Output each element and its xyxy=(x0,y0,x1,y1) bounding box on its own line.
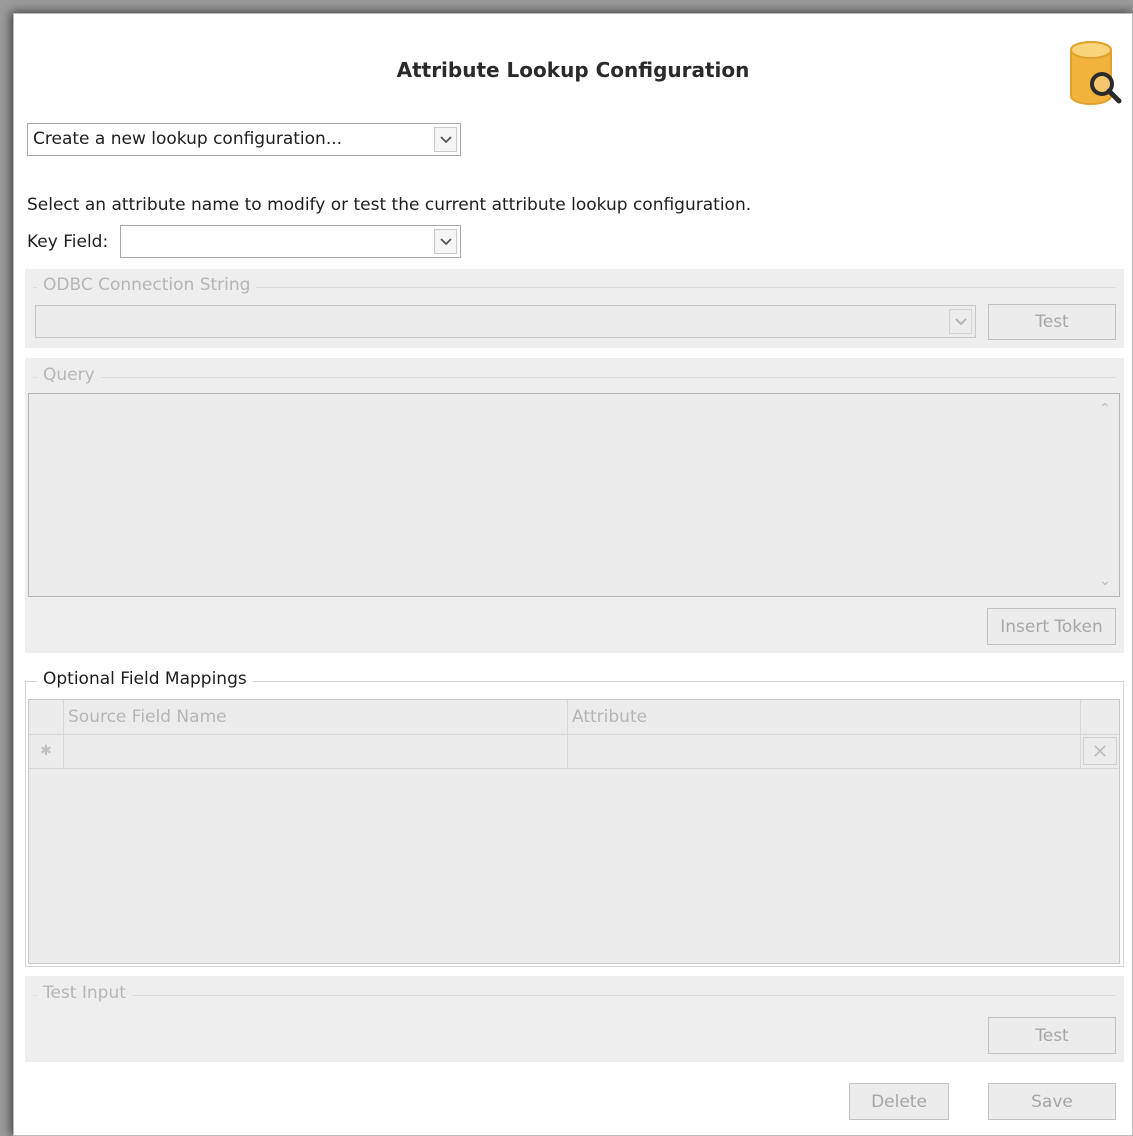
mappings-group: Optional Field Mappings Source Field Nam… xyxy=(25,669,1124,967)
insert-token-button[interactable]: Insert Token xyxy=(987,608,1116,645)
column-header-source-field[interactable]: Source Field Name xyxy=(64,700,568,734)
odbc-legend: ODBC Connection String xyxy=(37,275,257,295)
odbc-test-button[interactable]: Test xyxy=(988,304,1116,340)
lookup-config-value: Create a new lookup configuration... xyxy=(33,129,343,149)
lookup-config-select[interactable]: Create a new lookup configuration... xyxy=(27,123,461,156)
dialog-title: Attribute Lookup Configuration xyxy=(396,58,750,82)
instructions-text: Select an attribute name to modify or te… xyxy=(27,195,752,215)
attribute-lookup-dialog: Attribute Lookup Configuration Create a … xyxy=(13,13,1133,1136)
grid-header: Source Field Name Attribute xyxy=(29,700,1119,735)
odbc-group: ODBC Connection String Test xyxy=(25,269,1124,348)
key-field-label: Key Field: xyxy=(27,232,109,252)
query-group: Query ⌃ ⌄ Insert Token xyxy=(25,358,1124,653)
row-header-corner xyxy=(29,700,64,734)
close-icon[interactable] xyxy=(1083,737,1117,765)
table-row[interactable]: ✱ xyxy=(29,734,1119,769)
delete-button[interactable]: Delete xyxy=(849,1083,949,1120)
field-mappings-grid[interactable]: Source Field Name Attribute ✱ xyxy=(28,699,1120,964)
database-search-icon xyxy=(1070,41,1122,105)
key-field-select[interactable] xyxy=(120,225,461,258)
attribute-cell[interactable] xyxy=(568,734,1081,768)
test-input-button[interactable]: Test xyxy=(988,1017,1116,1054)
chevron-down-icon[interactable] xyxy=(949,309,972,334)
chevron-down-icon[interactable] xyxy=(434,127,457,152)
query-scrollbar[interactable]: ⌃ ⌄ xyxy=(1092,395,1118,595)
query-textarea[interactable]: ⌃ ⌄ xyxy=(28,393,1120,597)
odbc-connection-select[interactable] xyxy=(35,305,976,338)
scroll-up-icon[interactable]: ⌃ xyxy=(1092,401,1118,417)
test-input-legend: Test Input xyxy=(37,983,132,1003)
chevron-down-icon[interactable] xyxy=(434,229,457,254)
scroll-down-icon[interactable]: ⌄ xyxy=(1092,573,1118,589)
save-button[interactable]: Save xyxy=(988,1083,1116,1120)
query-legend: Query xyxy=(37,365,101,385)
source-field-cell[interactable] xyxy=(64,734,568,768)
column-header-attribute[interactable]: Attribute xyxy=(568,700,1081,734)
mappings-legend: Optional Field Mappings xyxy=(37,669,253,689)
test-input-group: Test Input Test xyxy=(25,976,1124,1062)
new-row-asterisk-icon: ✱ xyxy=(29,734,64,768)
